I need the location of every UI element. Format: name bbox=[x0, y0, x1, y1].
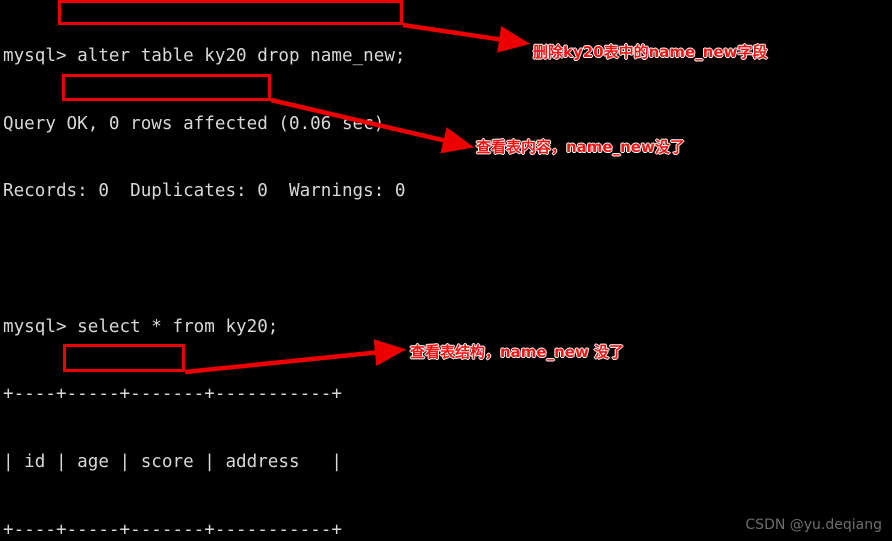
highlight-box-select-command bbox=[62, 74, 271, 101]
terminal-line: mysql> alter table ky20 drop name_new; bbox=[3, 46, 406, 67]
csdn-watermark: CSDN @yu.deqiang bbox=[745, 517, 882, 533]
terminal-screenshot: mysql> alter table ky20 drop name_new; Q… bbox=[0, 0, 892, 541]
terminal-line: mysql> select * from ky20; bbox=[3, 316, 279, 337]
terminal-line: Records: 0 Duplicates: 0 Warnings: 0 bbox=[3, 181, 406, 202]
highlight-box-alter-command bbox=[58, 0, 403, 25]
terminal-line: +----+-----+-------+-----------+ bbox=[3, 384, 342, 405]
terminal-line: | id | age | score | address | bbox=[3, 451, 342, 472]
terminal-line: +----+-----+-------+-----------+ bbox=[3, 519, 342, 540]
annotation-label-drop-field: 删除ky20表中的name_new字段 bbox=[533, 43, 768, 62]
annotation-label-view-structure: 查看表结构，name_new 没了 bbox=[410, 343, 625, 362]
annotation-label-view-content: 查看表内容，name_new没了 bbox=[476, 138, 686, 157]
terminal-line: Query OK, 0 rows affected (0.06 sec) bbox=[3, 113, 385, 134]
highlight-box-desc-command bbox=[63, 344, 185, 372]
